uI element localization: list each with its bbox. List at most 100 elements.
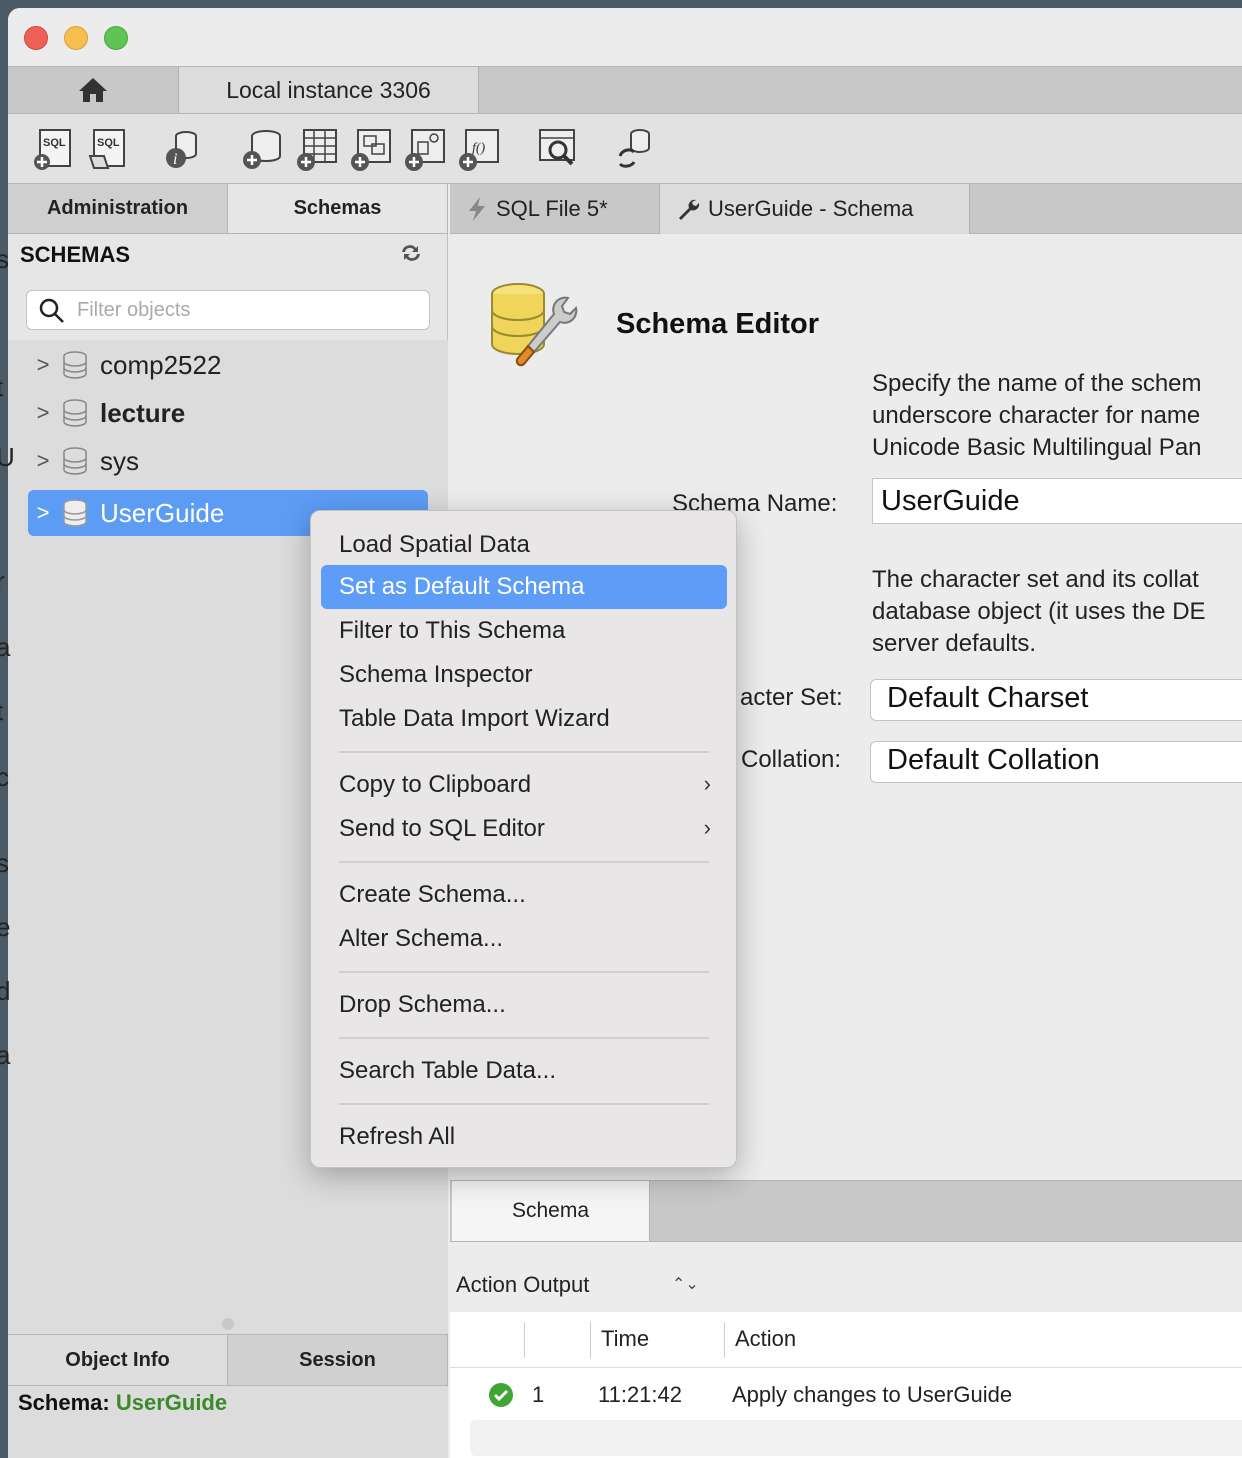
filter-objects-field[interactable] <box>26 290 430 330</box>
menu-item-refresh-all[interactable]: Refresh All <box>321 1115 727 1159</box>
create-function-button[interactable]: f() <box>456 126 502 172</box>
menu-item-table-data-import[interactable]: Table Data Import Wizard <box>321 697 727 741</box>
chevron-right-icon[interactable]: > <box>28 352 58 378</box>
tab-session-label: Session <box>299 1348 376 1371</box>
close-window-button[interactable] <box>24 26 48 50</box>
menu-item-label: Load Spatial Data <box>339 531 530 558</box>
tab-local-instance[interactable]: Local instance 3306 <box>179 67 479 113</box>
menu-item-alter-schema[interactable]: Alter Schema... <box>321 917 727 961</box>
database-icon <box>63 447 87 475</box>
svg-text:SQL: SQL <box>43 137 66 149</box>
schema-name-field[interactable]: UserGuide <box>872 478 1242 524</box>
charset-select[interactable]: Default Charset <box>870 679 1242 721</box>
menu-item-copy-to-clipboard[interactable]: Copy to Clipboard › <box>321 763 727 807</box>
menu-separator <box>339 861 709 863</box>
tab-object-info[interactable]: Object Info <box>8 1335 228 1385</box>
title-bar <box>8 8 1242 66</box>
tab-schema[interactable]: Schema <box>452 1181 650 1241</box>
background-text: i <box>0 502 2 533</box>
splitter-handle[interactable] <box>222 1318 234 1330</box>
schema-context-menu: Load Spatial Data Set as Default Schema … <box>310 510 737 1168</box>
background-text: a <box>0 1040 11 1070</box>
database-icon <box>63 351 87 379</box>
chevron-right-icon[interactable]: > <box>28 400 58 426</box>
table-row[interactable]: 1 11:21:42 Apply changes to UserGuide <box>450 1374 1242 1418</box>
menu-separator <box>339 1037 709 1039</box>
minimize-window-button[interactable] <box>64 26 88 50</box>
action-output-selector[interactable]: Action Output <box>456 1272 589 1298</box>
row-time: 11:21:42 <box>598 1382 683 1407</box>
open-sql-file-button[interactable]: SQL <box>86 126 132 172</box>
connection-tab-bar: Local instance 3306 <box>8 66 1242 114</box>
menu-separator <box>339 971 709 973</box>
reconnect-button[interactable] <box>612 126 658 172</box>
create-procedure-button[interactable] <box>402 126 448 172</box>
menu-item-schema-inspector[interactable]: Schema Inspector <box>321 653 727 697</box>
schema-name-description: Specify the name of the schem underscore… <box>872 368 1202 464</box>
filter-objects-input[interactable] <box>77 295 417 325</box>
action-output-panel: Action Output ⌃⌄ Time Action 1 11:21:42 … <box>450 1260 1242 1458</box>
schema-label: sys <box>100 445 139 476</box>
schema-item-comp2522[interactable]: > comp2522 <box>28 342 428 388</box>
action-output-table: Time Action 1 11:21:42 Apply changes to … <box>450 1312 1242 1458</box>
menu-separator <box>339 751 709 753</box>
server-info-button[interactable]: i <box>160 126 206 172</box>
background-text: c <box>0 762 9 792</box>
description-line: Specify the name of the schem <box>872 370 1202 397</box>
zoom-window-button[interactable] <box>104 26 128 50</box>
tab-object-info-label: Object Info <box>65 1348 170 1371</box>
background-text: r <box>0 566 5 596</box>
schema-label: UserGuide <box>100 497 225 528</box>
search-table-data-button[interactable] <box>536 126 582 172</box>
chevron-right-icon[interactable]: > <box>28 500 58 526</box>
search-icon <box>39 298 64 323</box>
create-schema-button[interactable] <box>240 126 286 172</box>
schema-item-sys[interactable]: > sys <box>28 438 428 484</box>
menu-item-search-table-data[interactable]: Search Table Data... <box>321 1049 727 1093</box>
tab-administration-label: Administration <box>46 197 189 219</box>
tab-schemas[interactable]: Schemas <box>228 184 448 233</box>
table-row-empty <box>470 1420 1242 1456</box>
menu-item-create-schema[interactable]: Create Schema... <box>321 873 727 917</box>
chevron-right-icon[interactable]: > <box>28 448 58 474</box>
tab-sql-file[interactable]: SQL File 5* <box>450 184 660 234</box>
menu-item-set-default-schema[interactable]: Set as Default Schema <box>321 565 727 609</box>
description-line: database object (it uses the DE <box>872 598 1206 625</box>
create-table-button[interactable] <box>294 126 340 172</box>
tab-local-instance-label: Local instance 3306 <box>226 76 431 103</box>
background-text: e <box>0 912 11 942</box>
column-header-index[interactable] <box>524 1322 590 1358</box>
tab-schemas-label: Schemas <box>293 197 382 219</box>
menu-item-send-to-sql-editor[interactable]: Send to SQL Editor › <box>321 807 727 851</box>
main-toolbar: SQL SQL i f() <box>8 114 1242 184</box>
menu-item-label: Filter to This Schema <box>339 617 566 644</box>
column-header-action[interactable]: Action <box>724 1322 1242 1358</box>
charset-value: Default Charset <box>887 682 1089 714</box>
home-icon <box>79 78 107 102</box>
home-tab[interactable] <box>8 67 179 113</box>
tab-userguide-schema[interactable]: UserGuide - Schema <box>660 184 970 234</box>
menu-item-label: Copy to Clipboard <box>339 771 532 798</box>
menu-item-label: Alter Schema... <box>339 925 504 952</box>
tab-administration[interactable]: Administration <box>8 184 228 233</box>
menu-item-filter-to-schema[interactable]: Filter to This Schema <box>321 609 727 653</box>
menu-item-label: Refresh All <box>339 1123 456 1150</box>
menu-item-load-spatial-data[interactable]: Load Spatial Data <box>321 523 727 567</box>
menu-item-drop-schema[interactable]: Drop Schema... <box>321 983 727 1027</box>
description-line: The character set and its collat <box>872 566 1199 593</box>
new-sql-tab-button[interactable]: SQL <box>32 126 78 172</box>
column-header-time[interactable]: Time <box>590 1322 722 1358</box>
create-view-button[interactable] <box>348 126 394 172</box>
schema-label: comp2522 <box>100 349 222 380</box>
menu-item-label: Schema Inspector <box>339 661 533 688</box>
tab-session[interactable]: Session <box>228 1335 448 1385</box>
background-text: s <box>0 848 9 878</box>
updown-chevron-icon[interactable]: ⌃⌄ <box>672 1274 699 1294</box>
collation-select[interactable]: Default Collation <box>870 741 1242 783</box>
create-procedure-icon <box>405 129 445 171</box>
refresh-icon[interactable] <box>398 242 424 264</box>
schema-item-lecture[interactable]: > lecture <box>28 390 428 436</box>
background-text: a <box>0 632 11 662</box>
table-header: Time Action <box>450 1312 1242 1368</box>
svg-text:f(): f() <box>472 141 486 156</box>
